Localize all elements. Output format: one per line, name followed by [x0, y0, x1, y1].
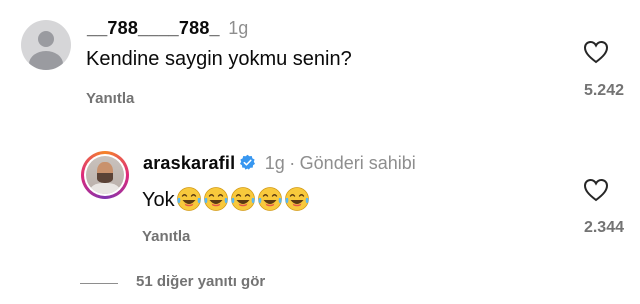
comment2-username[interactable]: araskarafil	[143, 153, 235, 173]
avatar-photo	[86, 156, 124, 194]
comment2-text: Yok	[142, 189, 175, 211]
comment1-like-count: 5.242	[583, 82, 624, 99]
comment2-like-count: 2.344	[583, 219, 624, 236]
avatar-story-ring[interactable]	[81, 151, 129, 199]
comment2-header: araskarafil 1g · Gönderi sahibi	[143, 153, 416, 174]
avatar-head-shape	[38, 31, 54, 47]
comment1-like-button[interactable]	[583, 40, 609, 64]
avatar-beard	[97, 173, 113, 183]
comment2-author-label: Gönderi sahibi	[299, 153, 416, 173]
laughing-crying-emoji	[176, 187, 201, 211]
laughing-crying-emoji	[257, 187, 282, 211]
heart-icon	[583, 40, 609, 64]
avatar-placeholder[interactable]	[21, 20, 71, 70]
comment1-username[interactable]: __788____788_	[87, 18, 220, 38]
laughing-crying-emoji	[230, 187, 255, 211]
comment1-header: __788____788_ 1g	[87, 18, 248, 39]
avatar-shirt	[90, 183, 120, 194]
avatar-body-shape	[29, 51, 63, 70]
heart-icon	[583, 178, 609, 202]
view-more-replies-button[interactable]: 51 diğer yanıtı gör	[136, 273, 265, 290]
laughing-crying-emoji	[203, 187, 228, 211]
comment2-reply-button[interactable]: Yanıtla	[142, 228, 190, 245]
comment2-like-button[interactable]	[583, 178, 609, 202]
replies-divider-line	[80, 283, 118, 284]
emoji-row	[175, 187, 310, 211]
comment2-text-line: Yok	[142, 186, 310, 212]
comment1-reply-button[interactable]: Yanıtla	[86, 90, 134, 107]
laughing-crying-emoji	[284, 187, 309, 211]
comment1-text: Kendine saygin yokmu senin?	[86, 48, 352, 70]
avatar-ring-gap	[84, 154, 126, 196]
verified-badge-icon	[240, 154, 256, 170]
comment1-time: 1g	[228, 18, 249, 38]
comment2-separator: ·	[289, 153, 296, 173]
comment2-time: 1g	[264, 153, 285, 173]
